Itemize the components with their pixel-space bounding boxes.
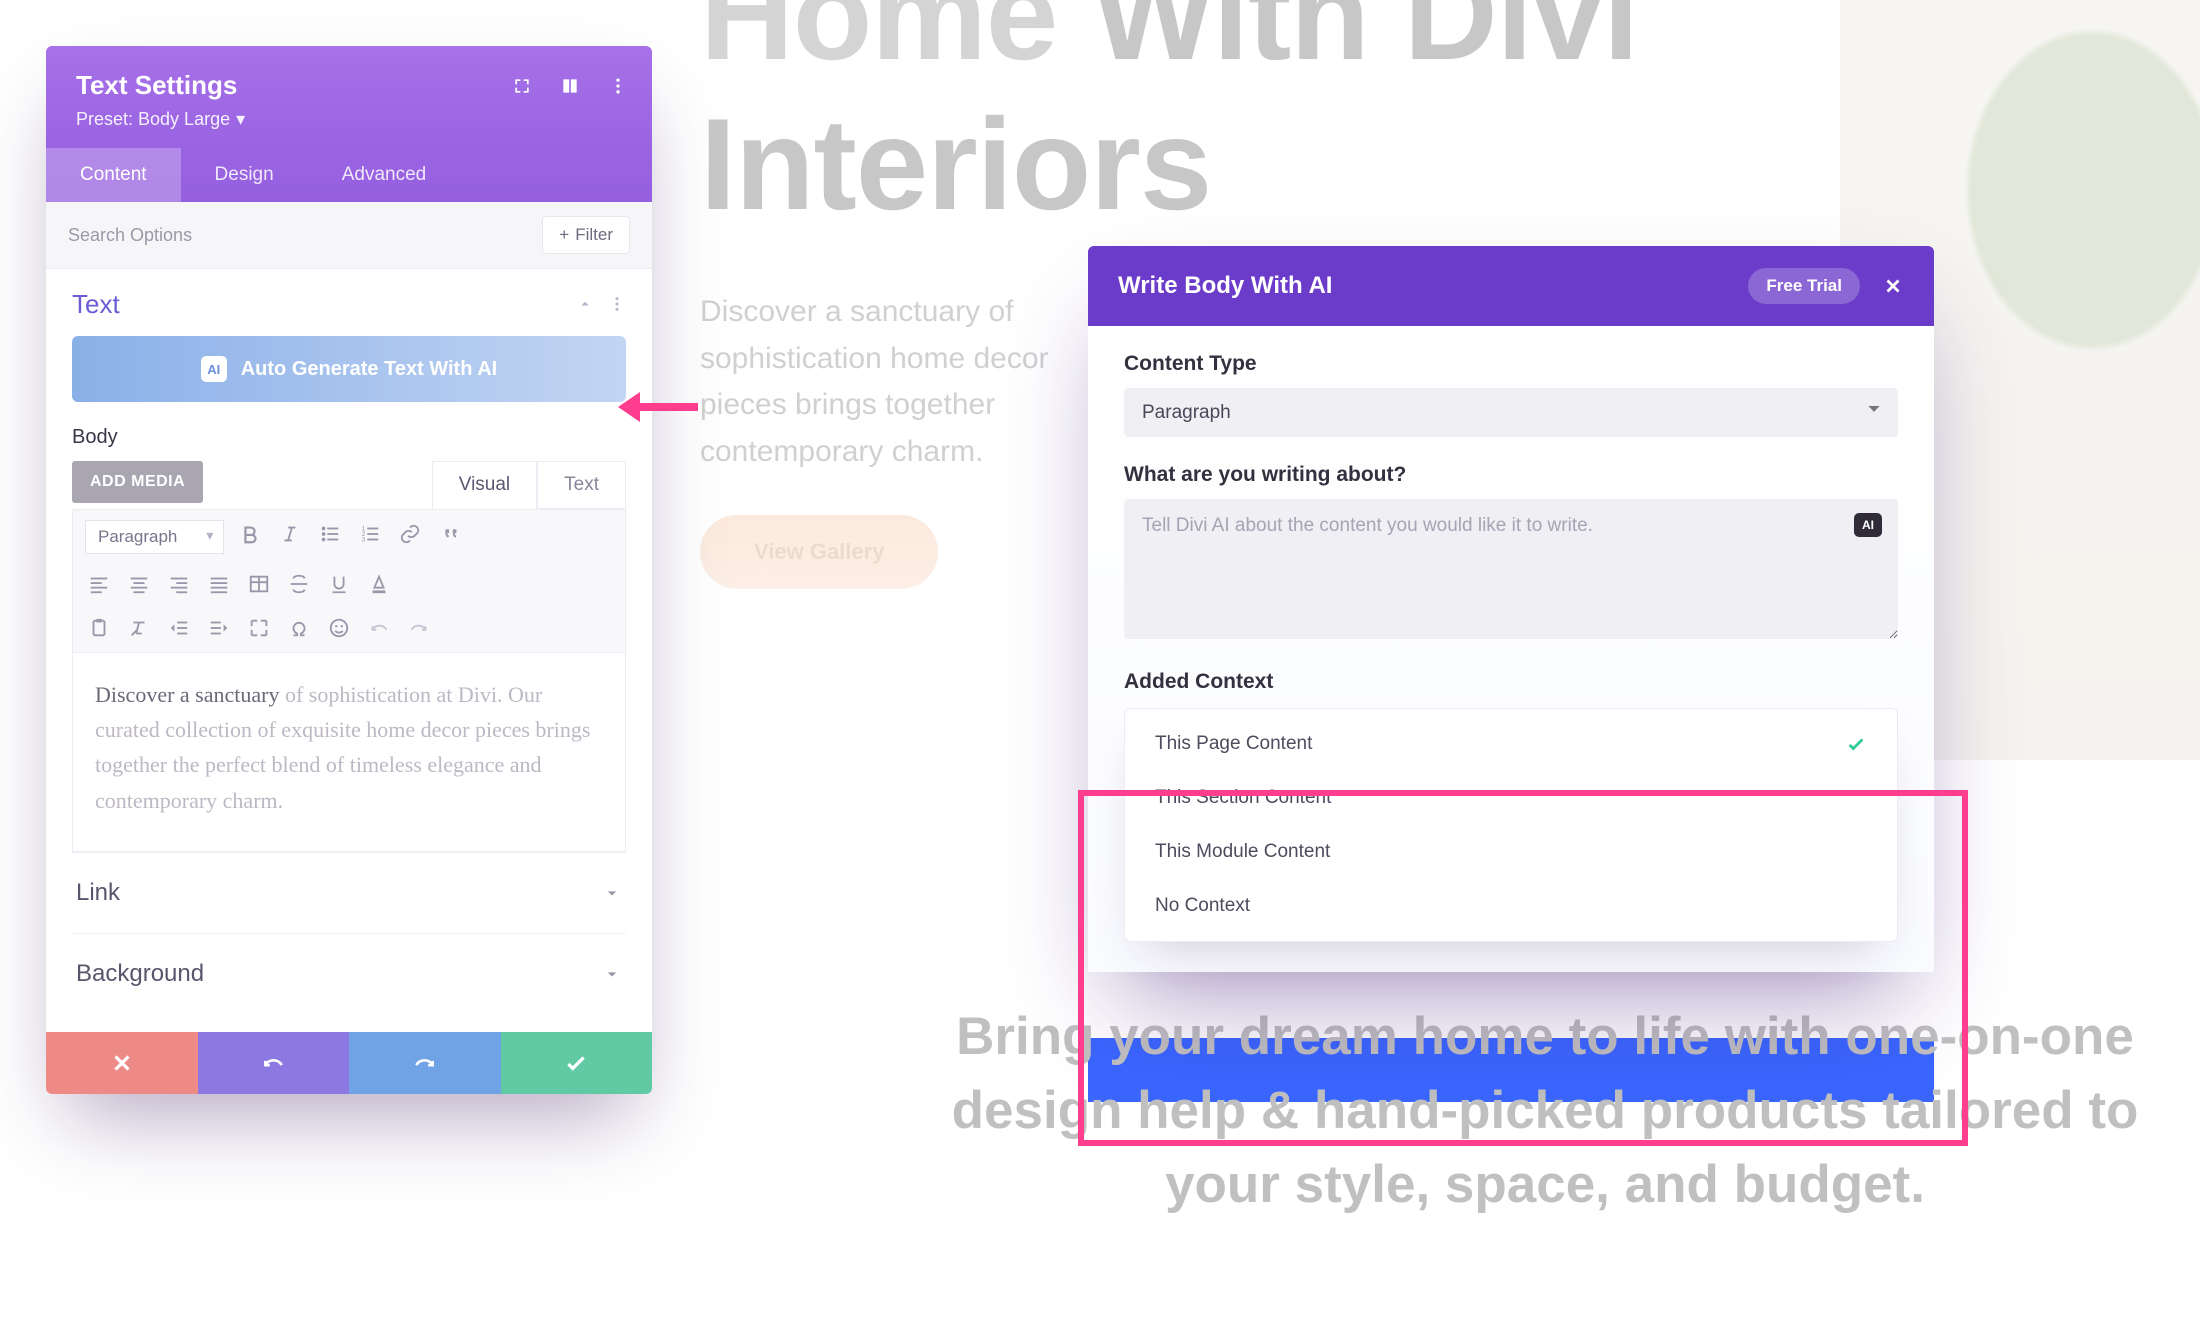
about-textarea[interactable]	[1124, 499, 1898, 639]
align-right-icon[interactable]	[165, 570, 193, 598]
panel-header: Text Settings Preset: Body Large ▾	[46, 46, 652, 148]
ai-icon[interactable]: AI	[1854, 513, 1882, 537]
headline-line3: Interiors	[700, 91, 1211, 237]
editor-tab-visual[interactable]: Visual	[432, 461, 537, 509]
subheadline: Bring your dream home to life with one-o…	[920, 1000, 2170, 1223]
context-option-none[interactable]: No Context	[1125, 879, 1897, 933]
editor-text-dark: Discover a sanctuary	[95, 682, 279, 707]
link-icon[interactable]	[396, 520, 424, 548]
panel-tabs: Content Design Advanced	[46, 148, 652, 202]
text-color-icon[interactable]	[365, 570, 393, 598]
panel-footer	[46, 1032, 652, 1094]
table-icon[interactable]	[245, 570, 273, 598]
underline-icon[interactable]	[325, 570, 353, 598]
clear-format-icon[interactable]	[125, 614, 153, 642]
quote-icon[interactable]	[436, 520, 464, 548]
strike-icon[interactable]	[285, 570, 313, 598]
align-center-icon[interactable]	[125, 570, 153, 598]
plus-icon: +	[559, 225, 569, 245]
undo-icon[interactable]	[365, 614, 393, 642]
headline-line2b: With Divi	[1057, 0, 1638, 87]
content-type-select[interactable]: Paragraph	[1124, 388, 1898, 437]
redo-icon[interactable]	[405, 614, 433, 642]
ai-modal-title: Write Body With AI	[1118, 272, 1332, 300]
align-left-icon[interactable]	[85, 570, 113, 598]
tab-design[interactable]: Design	[181, 148, 308, 202]
bold-icon[interactable]	[236, 520, 264, 548]
context-option-section[interactable]: This Section Content	[1125, 771, 1897, 825]
align-justify-icon[interactable]	[205, 570, 233, 598]
preset-selector[interactable]: Preset: Body Large ▾	[76, 109, 622, 130]
ai-icon: AI	[201, 356, 227, 382]
close-icon[interactable]	[1882, 275, 1904, 297]
write-with-ai-modal: Write Body With AI Free Trial Content Ty…	[1088, 246, 1934, 972]
section-link[interactable]: Link	[72, 852, 626, 933]
editor-tab-text[interactable]: Text	[537, 461, 626, 509]
kebab-menu-icon[interactable]	[608, 76, 628, 96]
view-gallery-button[interactable]: View Gallery	[700, 515, 938, 589]
tab-content[interactable]: Content	[46, 148, 181, 202]
add-media-button[interactable]: ADD MEDIA	[72, 461, 203, 503]
rich-text-toolbar: Paragraph 123	[72, 509, 626, 652]
chevron-down-icon	[602, 964, 622, 984]
number-list-icon[interactable]: 123	[356, 520, 384, 548]
group-text-title[interactable]: Text	[72, 289, 120, 320]
callout-arrow-icon	[618, 394, 698, 418]
redo-button[interactable]	[349, 1032, 501, 1094]
format-select[interactable]: Paragraph	[85, 520, 224, 554]
svg-text:3: 3	[362, 536, 366, 543]
indent-icon[interactable]	[205, 614, 233, 642]
close-button[interactable]	[46, 1032, 198, 1094]
search-input[interactable]: Search Options	[68, 225, 192, 246]
special-char-icon[interactable]	[285, 614, 313, 642]
headline-line2a: Home	[700, 0, 1057, 87]
chevron-down-icon: ▾	[236, 109, 245, 130]
free-trial-badge[interactable]: Free Trial	[1748, 268, 1860, 304]
expand-icon[interactable]	[512, 76, 532, 96]
chevron-up-icon[interactable]	[576, 289, 594, 320]
text-settings-panel: Text Settings Preset: Body Large ▾ Conte…	[46, 46, 652, 1094]
undo-button[interactable]	[198, 1032, 350, 1094]
about-label: What are you writing about?	[1124, 463, 1898, 487]
italic-icon[interactable]	[276, 520, 304, 548]
emoji-icon[interactable]	[325, 614, 353, 642]
context-label: Added Context	[1124, 670, 1898, 694]
context-option-module[interactable]: This Module Content	[1125, 825, 1897, 879]
outdent-icon[interactable]	[165, 614, 193, 642]
filter-button[interactable]: + Filter	[542, 216, 630, 254]
headline-desc: Discover a sanctuary of sophistication h…	[700, 289, 1140, 475]
fullscreen-icon[interactable]	[245, 614, 273, 642]
kebab-menu-icon[interactable]	[608, 289, 626, 320]
body-label: Body	[72, 426, 626, 449]
paste-icon[interactable]	[85, 614, 113, 642]
section-background[interactable]: Background	[72, 933, 626, 1014]
content-type-label: Content Type	[1124, 352, 1898, 376]
columns-icon[interactable]	[560, 76, 580, 96]
check-icon	[1845, 733, 1867, 755]
auto-generate-ai-button[interactable]: AI Auto Generate Text With AI	[72, 336, 626, 402]
context-option-page[interactable]: This Page Content	[1125, 717, 1897, 771]
chevron-down-icon	[602, 883, 622, 903]
body-editor[interactable]: Discover a sanctuary of sophistication a…	[72, 652, 626, 852]
bullet-list-icon[interactable]	[316, 520, 344, 548]
tab-advanced[interactable]: Advanced	[308, 148, 461, 202]
confirm-button[interactable]	[501, 1032, 653, 1094]
context-dropdown: This Page Content This Section Content T…	[1124, 708, 1898, 942]
